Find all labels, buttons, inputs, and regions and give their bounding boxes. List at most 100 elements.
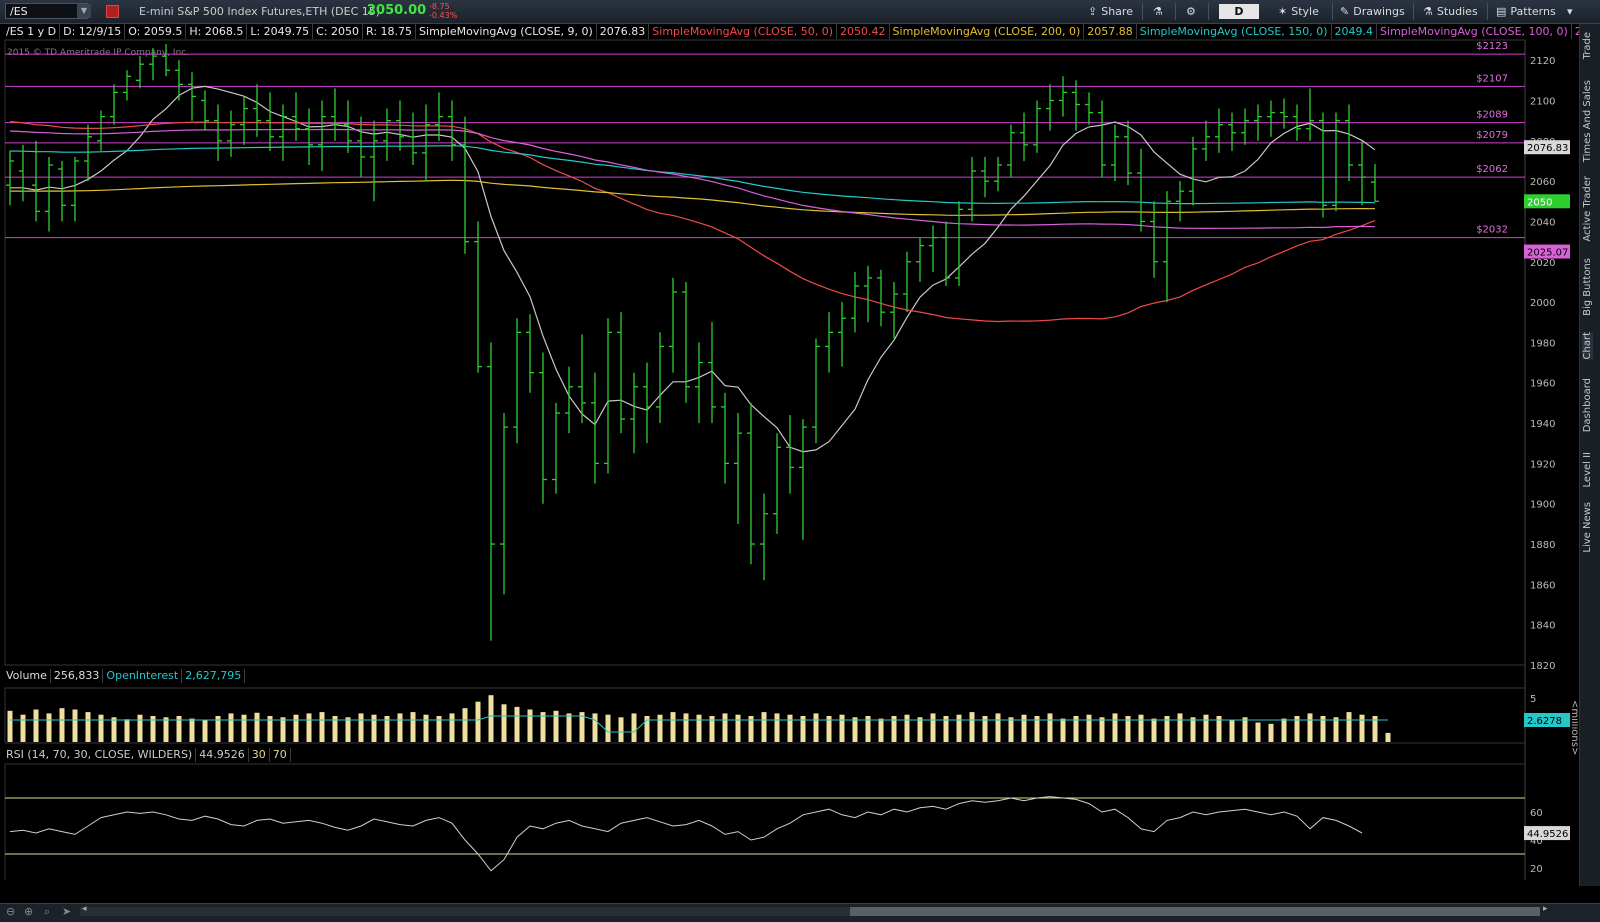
price-bar [604,318,612,474]
price-bar [955,201,963,286]
price-bar [526,314,534,393]
price-bar [474,221,482,373]
level-label: $2079 [1476,130,1508,141]
rsi-badge: 44.9526 [1527,829,1568,840]
price-bar [591,372,599,484]
price-tick-label: 2060 [1530,177,1555,188]
tab-trade[interactable]: Trade [1582,32,1593,59]
price-bar [32,140,40,222]
price-bar [721,392,729,484]
volume-bar [813,713,819,742]
price-tick-label: 1840 [1530,621,1555,632]
tab-level-ii[interactable]: Level II [1582,452,1593,487]
volume-bar [501,704,507,742]
price-bar [1124,120,1132,186]
tab-big-buttons[interactable]: Big Buttons [1582,258,1593,316]
volume-bar [137,714,143,742]
volume-bar [969,712,975,742]
volume-bar [449,713,455,742]
tab-dashboard[interactable]: Dashboard [1582,378,1593,432]
zoom-icon[interactable]: ⊕ [24,905,33,918]
tab-times-and-sales[interactable]: Times And Sales [1582,80,1593,162]
volume-bar [33,709,39,742]
rsi-label[interactable]: RSI (14, 70, 30, CLOSE, WILDERS) [3,748,197,762]
last-price-badge: 2050 [1527,197,1552,208]
volume-bar [696,714,702,742]
volume-bar [774,713,780,742]
scroll-left-icon[interactable]: ◂ [82,904,87,914]
tab-live-news[interactable]: Live News [1582,502,1593,553]
price-bar [149,48,157,81]
price-tick-label: 1880 [1530,540,1555,551]
zoom-out-icon[interactable]: ⊖ [6,905,15,918]
price-bar [812,338,820,444]
price-bar [84,124,92,182]
volume-bar [1138,714,1144,742]
price-bar [864,265,872,323]
rsi-header: RSI (14, 70, 30, CLOSE, WILDERS) 44.9526 3… [3,748,291,762]
rsi-line [9,796,1363,872]
volume-bar [293,714,299,742]
search-icon[interactable]: ⌕ [44,905,50,919]
volume-bar [319,712,325,742]
price-bar [279,104,287,161]
volume-bar [735,714,741,742]
volume-bar [605,714,611,742]
volume-bar [527,709,533,742]
volume-bar [917,717,923,742]
price-bar [136,56,144,89]
oi-label[interactable]: OpenInterest [103,669,183,683]
price-bar [6,150,14,206]
volume-bar [72,709,78,742]
volume-bar [904,714,910,742]
price-bar [838,302,846,367]
price-bar [318,100,326,172]
pointer-icon[interactable]: ➤ [62,905,71,918]
volume-bar [878,718,884,742]
tab-chart[interactable]: Chart [1582,332,1593,360]
sma200-line [10,179,1376,216]
volume-bar [1281,718,1287,742]
volume-bar [1203,714,1209,742]
scrollbar-thumb[interactable] [850,907,1540,916]
volume-bar [1333,717,1339,742]
volume-bar [1112,713,1118,742]
price-bar [695,342,703,424]
price-bar [162,44,170,77]
price-bar [292,92,300,141]
sma100-line [9,128,1376,230]
volume-bar [423,714,429,742]
volume-bar [670,712,676,742]
volume-bar [202,719,208,742]
price-bar [266,92,274,151]
price-tick-label: 1860 [1530,580,1555,591]
price-tick-label: 2040 [1530,217,1555,228]
price-bar [968,156,976,222]
volume-bar [956,714,962,742]
volume-label[interactable]: Volume [3,669,51,683]
volume-bar [1151,718,1157,742]
volume-bar [1008,717,1014,742]
volume-bar [1307,713,1313,742]
price-bar [1358,140,1366,206]
level-label: $2032 [1476,225,1508,236]
volume-bar [1021,714,1027,742]
volume-bar [1086,714,1092,742]
sma150-line [9,145,1376,205]
volume-bar [488,695,494,742]
price-tick-label: 1820 [1530,661,1555,672]
volume-bar [852,717,858,742]
volume-bar [124,719,130,742]
scroll-right-icon[interactable]: ▸ [1543,904,1548,914]
price-bar [409,112,417,165]
volume-bar [930,713,936,742]
price-tick-label: 1940 [1530,419,1555,430]
tab-active-trader[interactable]: Active Trader [1582,176,1593,242]
volume-bar [280,717,286,742]
volume-bar [1242,717,1248,742]
price-tick-label: 1920 [1530,459,1555,470]
oi-badge: 2.6278 [1527,716,1562,727]
price-bar [71,156,79,222]
volume-bar [787,714,793,742]
price-bar [1033,100,1041,153]
